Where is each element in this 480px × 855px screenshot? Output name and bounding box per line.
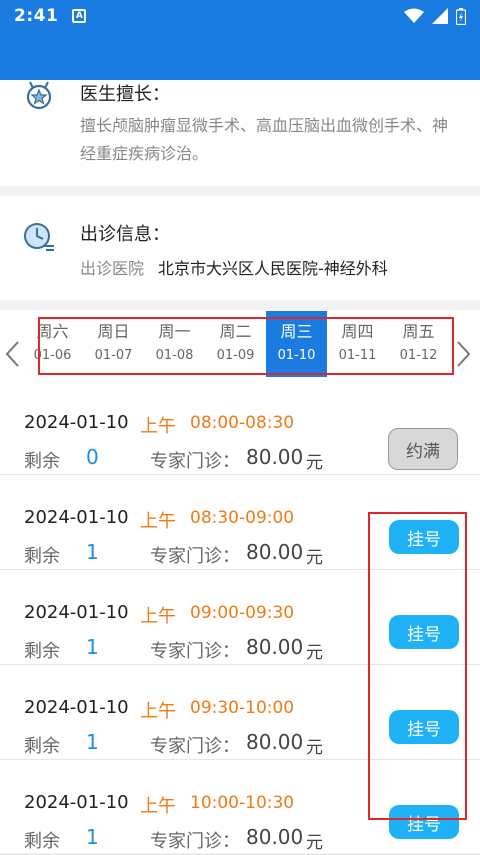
fee-value: 80.00 [246,635,304,659]
fee-unit: 元 [306,548,323,568]
fee-value: 80.00 [246,730,304,754]
slot-date: 2024-01-10 [24,697,129,718]
slot-time: 10:00-10:30 [190,793,295,813]
fee-value: 80.00 [246,445,304,469]
fee-value: 80.00 [246,540,304,564]
fee-unit: 元 [306,833,323,853]
buttons-highlight-box [368,512,467,820]
week-highlight-box [38,317,454,375]
slot-period: 上午 [140,606,176,627]
fee-unit: 元 [306,453,323,473]
wifi-icon [404,8,424,23]
full-button[interactable]: 约满 [388,428,458,470]
clock-icon [24,223,54,251]
fee-unit: 元 [306,738,323,758]
slot-date: 2024-01-10 [24,412,129,433]
remain-label: 剩余 [24,736,60,757]
slot-time: 09:00-09:30 [190,603,295,623]
app-header [0,32,480,80]
status-time: 2:41 [14,6,59,26]
notification-icon: A [72,9,87,23]
skill-title: 医生擅长： [80,84,170,105]
badge-icon [26,81,52,110]
slot-date: 2024-01-10 [24,602,129,623]
hospital-label: 出诊医院 [80,259,145,278]
slot-date: 2024-01-10 [24,792,129,813]
status-bar: 2:41 A [0,0,480,32]
remain-count: 0 [86,445,99,469]
slot-time: 08:30-09:00 [190,508,295,528]
slot-period: 上午 [140,416,176,437]
fee-label: 专家门诊： [150,641,240,662]
remain-count: 1 [86,825,99,849]
slot-time: 09:30-10:00 [190,698,295,718]
slot-period: 上午 [140,701,176,722]
visit-card [0,196,480,300]
remain-label: 剩余 [24,641,60,662]
slot-period: 上午 [140,796,176,817]
fee-label: 专家门诊： [150,736,240,757]
fee-label: 专家门诊： [150,546,240,567]
signal-icon [432,8,448,24]
fee-value: 80.00 [246,825,304,849]
slot-period: 上午 [140,511,176,532]
slot-date: 2024-01-10 [24,507,129,528]
slot-time: 08:00-08:30 [190,413,295,433]
fee-unit: 元 [306,643,323,663]
slot-row: 2024-01-10 上午 08:00-08:30 剩余 0 专家门诊： 80.… [0,380,480,475]
visit-title: 出诊信息： [80,224,170,245]
remain-label: 剩余 [24,831,60,852]
remain-label: 剩余 [24,451,60,472]
hospital-value: 北京市大兴区人民医院-神经外科 [158,259,388,278]
remain-count: 1 [86,540,99,564]
remain-count: 1 [86,730,99,754]
fee-label: 专家门诊： [150,451,240,472]
remain-label: 剩余 [24,546,60,567]
remain-count: 1 [86,635,99,659]
battery-icon [456,7,466,25]
fee-label: 专家门诊： [150,831,240,852]
skill-text: 擅长颅脑肿瘤显微手术、高血压脑出血微创手术、神经重症疾病诊治。 [80,116,449,163]
chevron-left-icon[interactable] [2,340,24,368]
visit-hospital-row: 出诊医院 北京市大兴区人民医院-神经外科 [80,255,388,279]
